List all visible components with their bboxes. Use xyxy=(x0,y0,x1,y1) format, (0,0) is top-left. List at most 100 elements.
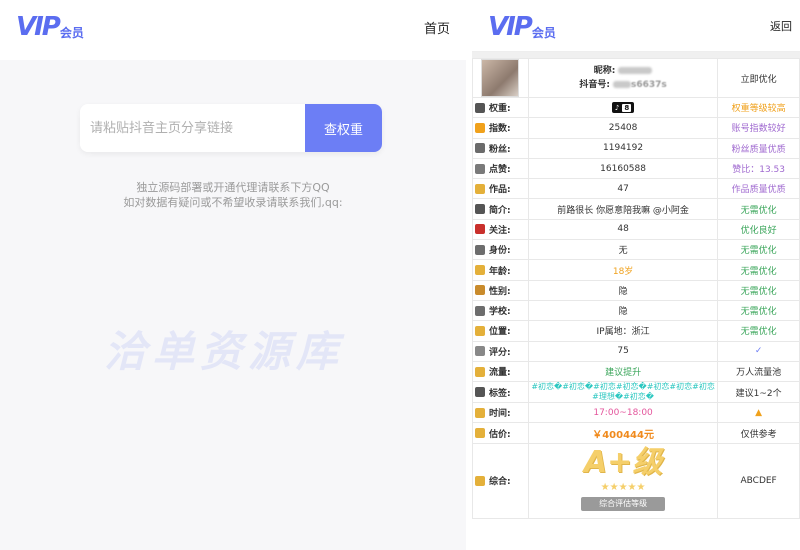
row-icon xyxy=(475,183,485,194)
row-note: ✓ xyxy=(754,346,763,357)
row-label: 流量: xyxy=(489,368,511,378)
row-note: 优化良好 xyxy=(740,225,777,236)
check-weight-button[interactable]: 查权重 xyxy=(305,104,382,152)
watermark: 洽单资源库 xyxy=(104,327,345,376)
result-panel: VIP 会员 返回 昵称: 抖音号: s6637s 立即优化 权重: ♪ 8 权重等级较… xyxy=(472,0,800,550)
row-note: 无需优化 xyxy=(740,266,777,277)
contact-notice: 独立源码部署或开通代理请联系下方QQ 如对数据有疑问或不希望收录请联系我们,qq… xyxy=(0,180,466,210)
avatar xyxy=(481,59,520,97)
row-label: 年龄: xyxy=(489,266,511,277)
douyin-id-label: 抖音号: xyxy=(579,80,610,90)
row-label: 学校: xyxy=(489,307,511,318)
row-icon xyxy=(475,285,485,296)
row-icon xyxy=(475,305,485,316)
profile-row: 昵称: 抖音号: s6637s 立即优化 xyxy=(472,58,800,98)
row-label: 标签: xyxy=(489,388,511,399)
row-note: 账号指数较好 xyxy=(731,124,786,135)
row-value: 建议提升 xyxy=(605,368,642,378)
row-note: 无需优化 xyxy=(740,246,777,257)
vip-logo[interactable]: VIP 会员 xyxy=(16,14,84,40)
row-label: 指数: xyxy=(489,124,511,135)
row-note: ▲ xyxy=(755,407,763,418)
douyin-id-blurred xyxy=(613,81,631,88)
row-label: 性别: xyxy=(489,286,511,297)
row-icon xyxy=(475,346,485,357)
nav-home-link[interactable]: 首页 xyxy=(424,18,450,37)
result-row: 粉丝: 1194192 粉丝质量优质 xyxy=(472,137,800,159)
row-note: 作品质量优质 xyxy=(731,185,786,196)
logo-member-text: 会员 xyxy=(531,26,556,40)
result-row: 标签: #初恋�#初恋�#初恋#初恋�#初恋#初恋#初恋#理想�#初恋� 建议1~2… xyxy=(472,381,800,404)
result-row: 作品: 47 作品质量优质 xyxy=(472,178,800,200)
row-icon xyxy=(475,325,485,336)
logo-vip-text: VIP xyxy=(488,12,533,42)
row-value: 隐 xyxy=(618,286,628,297)
row-value: 18岁 xyxy=(612,266,634,277)
result-row: 关注: 48 优化良好 xyxy=(472,218,800,241)
result-row: 评分: 75 ✓ xyxy=(472,340,800,362)
row-icon xyxy=(475,143,485,154)
summary-row: 综合: A+级 ★★★★★ 综合评估等级 ABCDEF xyxy=(472,442,800,519)
row-note: 赞比：13.53 xyxy=(732,165,785,176)
row-icon xyxy=(475,387,485,398)
row-icon xyxy=(475,224,485,235)
row-label: 关注: xyxy=(489,225,511,236)
summary-label: 综合: xyxy=(489,477,511,488)
row-value: 47 xyxy=(617,183,629,194)
weight-value: 8 xyxy=(622,103,632,112)
notice-line-2: 如对数据有疑问或不希望收录请联系我们,qq: xyxy=(123,196,343,209)
result-row: 位置: IP属地：浙江 无需优化 xyxy=(472,320,800,342)
notice-line-1: 独立源码部署或开通代理请联系下方QQ xyxy=(136,181,330,194)
row-value: 前路很长 你愿意陪我嘛 @小阿金 xyxy=(557,205,689,216)
grade-stars: ★★★★★ xyxy=(600,481,646,493)
row-note: 无需优化 xyxy=(740,205,777,216)
row-icon xyxy=(475,428,485,439)
row-label: 简介: xyxy=(489,205,511,216)
header: VIP 会员 首页 xyxy=(0,0,466,60)
nickname-blurred xyxy=(618,67,653,74)
optimize-now-link[interactable]: 立即优化 xyxy=(717,58,800,98)
row-note: 万人流量池 xyxy=(736,368,782,378)
result-row: 指数: 25408 账号指数较好 xyxy=(472,117,800,139)
row-value: ￥400444元 xyxy=(592,429,654,441)
row-note: 仅供参考 xyxy=(740,429,777,440)
douyin-icon: ♪ xyxy=(614,103,620,112)
row-icon xyxy=(475,244,485,255)
row-label: 权重: xyxy=(489,104,511,115)
row-icon xyxy=(475,102,485,113)
row-note: 无需优化 xyxy=(740,327,777,338)
result-row: 时间: 17:00~18:00 ▲ xyxy=(472,402,800,424)
result-row: 流量: 建议提升 万人流量池 xyxy=(472,360,800,383)
result-row: 点赞: 16160588 赞比：13.53 xyxy=(472,157,800,180)
row-icon xyxy=(475,163,485,174)
row-value: 隐 xyxy=(618,307,628,318)
row-note: 权重等级较高 xyxy=(731,104,786,115)
row-label: 时间: xyxy=(489,409,511,420)
summary-note: ABCDEF xyxy=(740,475,777,486)
row-label: 点赞: xyxy=(489,165,511,176)
douyin-id-value: s6637s xyxy=(631,80,667,90)
row-value: IP属地：浙江 xyxy=(596,327,650,338)
result-row: 学校: 隐 无需优化 xyxy=(472,299,800,322)
row-value: 48 xyxy=(617,224,629,235)
row-value: 25408 xyxy=(608,122,638,133)
row-value: 17:00~18:00 xyxy=(593,407,653,418)
result-header: VIP 会员 返回 xyxy=(472,0,800,52)
row-note: 粉丝质量优质 xyxy=(731,144,786,155)
result-row: 年龄: 18岁 无需优化 xyxy=(472,259,800,281)
row-label: 身份: xyxy=(489,246,511,257)
row-value: 1194192 xyxy=(603,143,644,154)
row-value: 16160588 xyxy=(600,163,646,174)
share-link-input[interactable] xyxy=(80,104,305,152)
vip-logo[interactable]: VIP 会员 xyxy=(488,14,556,40)
summary-icon xyxy=(475,475,485,486)
row-icon xyxy=(475,122,485,133)
row-note: 无需优化 xyxy=(740,307,777,318)
row-value: #初恋�#初恋�#初恋#初恋�#初恋#初恋#初恋#理想�#初恋� xyxy=(531,382,715,402)
grade-ribbon: 综合评估等级 xyxy=(581,496,666,511)
grade-text: A+级 xyxy=(583,444,663,480)
back-link[interactable]: 返回 xyxy=(770,18,792,34)
result-row: 性别: 隐 无需优化 xyxy=(472,279,800,301)
row-icon xyxy=(475,204,485,215)
result-row: 身份: 无 无需优化 xyxy=(472,239,800,261)
